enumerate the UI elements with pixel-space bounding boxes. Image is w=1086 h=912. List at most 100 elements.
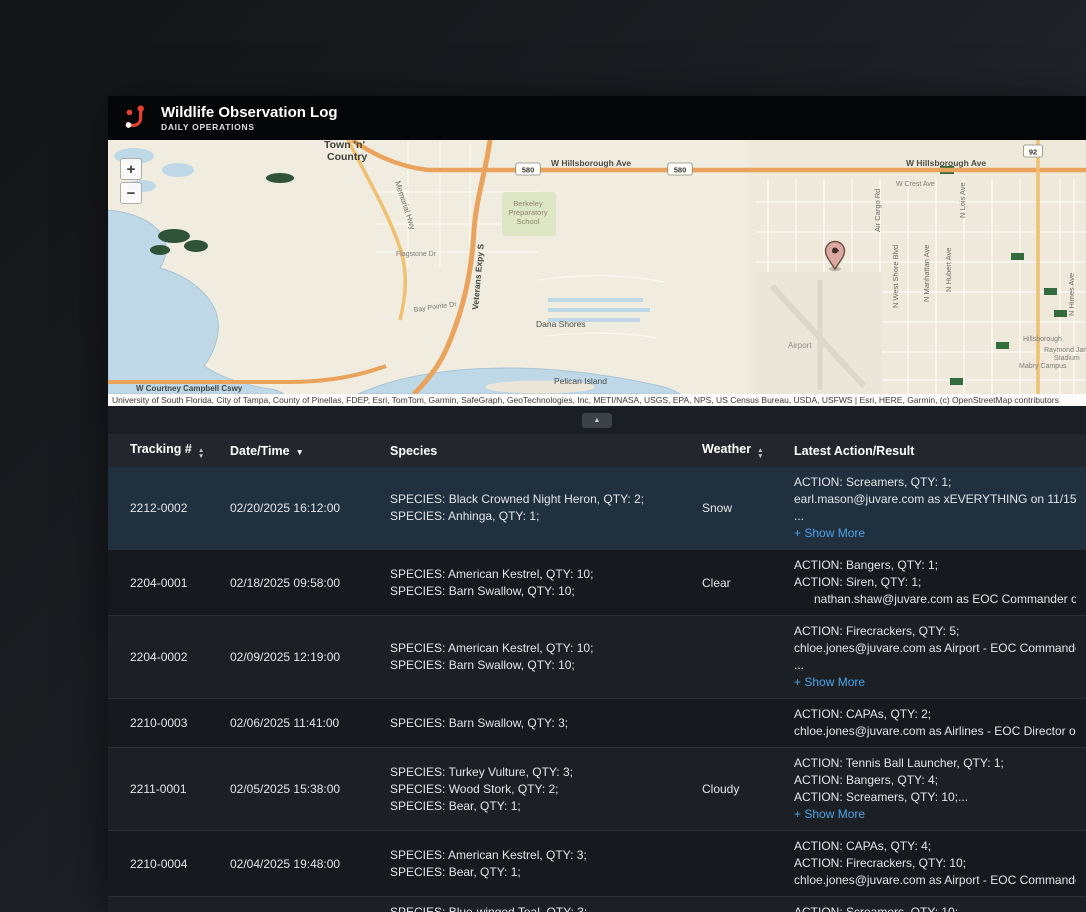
collapse-strip: ▲ <box>108 406 1086 434</box>
cell-datetime: 02/03/2025 16:11:00 <box>220 896 380 912</box>
observation-table-body: 2212-0002 02/20/2025 16:12:00 SPECIES: Bla… <box>108 467 1086 912</box>
column-header-latest-action-result: Latest Action/Result <box>784 434 1086 467</box>
cell-datetime: 02/18/2025 09:58:00 <box>220 549 380 616</box>
species-line: SPECIES: Bear, QTY: 1; <box>390 798 521 813</box>
species-line: SPECIES: Blue-winged Teal, QTY: 3; <box>390 905 588 912</box>
action-line: ACTION: Screamers, QTY: 10;... <box>794 790 969 804</box>
species-line: SPECIES: American Kestrel, QTY: 3; <box>390 847 587 862</box>
park-marker <box>1044 288 1057 295</box>
action-line: chloe.jones@juvare.com as Airlines - EOC… <box>794 724 1076 738</box>
action-line: chloe.jones@juvare.com as Airport - EOC … <box>794 641 1076 655</box>
observation-row-2210-0003[interactable]: 2210-0003 02/06/2025 11:41:00 SPECIES: Bar… <box>108 698 1086 748</box>
cell-tracking-number: 2204-0001 <box>108 549 220 616</box>
species-line: SPECIES: American Kestrel, QTY: 10; <box>390 641 594 655</box>
cell-latest-action: ACTION: CAPAs, QTY: 2; chloe.jones@juvare… <box>784 698 1086 748</box>
cell-weather: Snow <box>692 467 784 550</box>
map-label: N West Shore Blvd <box>891 245 900 308</box>
cell-weather: Cloudy <box>692 747 784 831</box>
cell-tracking-number: 2212-0001 <box>108 896 220 912</box>
route-shield-label: 92 <box>1029 148 1037 157</box>
lagoon <box>162 163 194 177</box>
map-label: Berkeley <box>513 199 542 208</box>
zoom-controls: + − <box>120 158 142 204</box>
cell-weather <box>692 830 784 897</box>
park-marker <box>996 342 1009 349</box>
cell-species: SPECIES: Blue-winged Teal, QTY: 3;SPECIE… <box>380 896 692 912</box>
action-line: ACTION: Tennis Ball Launcher, QTY: 1; <box>794 756 1004 770</box>
app-subtitle: DAILY OPERATIONS <box>161 122 255 132</box>
observation-row-2212-0002[interactable]: 2212-0002 02/20/2025 16:12:00 SPECIES: Bla… <box>108 467 1086 550</box>
observation-row-2204-0001[interactable]: 2204-0001 02/18/2025 09:58:00 SPECIES: Ame… <box>108 549 1086 616</box>
sort-both-icon: ▲ ▼ <box>197 447 205 460</box>
species-line: SPECIES: Barn Swallow, QTY: 3; <box>390 715 569 730</box>
column-label: Latest Action/Result <box>794 443 915 458</box>
map-label: N Hubert Ave <box>944 248 953 292</box>
cell-latest-action: ACTION: Tennis Ball Launcher, QTY: 1; ACT… <box>784 747 1086 831</box>
map-label: W Crest Ave <box>896 181 935 188</box>
action-line: ACTION: Bangers, QTY: 4; <box>794 773 939 787</box>
cell-datetime: 02/05/2025 15:38:00 <box>220 747 380 831</box>
map-label: Flagstone Dr <box>396 251 437 258</box>
action-line: ACTION: Screamers, QTY: 1; <box>794 475 952 489</box>
park-marker <box>1054 310 1067 317</box>
action-line: nathan.shaw@juvare.com as EOC Commander … <box>814 592 1076 606</box>
green-area <box>266 173 294 183</box>
action-line: ACTION: Firecrackers, QTY: 5; <box>794 624 960 638</box>
sort-both-icon: ▲ ▼ <box>757 447 764 460</box>
collapse-map-button[interactable]: ▲ <box>582 412 612 428</box>
action-line: ... <box>794 509 805 523</box>
action-line: ACTION: Bangers, QTY: 1; <box>794 558 939 572</box>
observation-row-2204-0002[interactable]: 2204-0002 02/09/2025 12:19:00 SPECIES: Ame… <box>108 615 1086 699</box>
map-label: Hillsborough <box>1023 336 1062 343</box>
cell-datetime: 02/04/2025 19:48:00 <box>220 830 380 897</box>
map-label: Air Cargo Rd <box>873 189 882 232</box>
app-title: Wildlife Observation Log <box>161 104 338 121</box>
column-header-date-time[interactable]: Date/Time ▼ <box>220 434 380 467</box>
show-more-link[interactable]: + Show More <box>794 674 1076 691</box>
column-header-weather[interactable]: Weather ▲ ▼ <box>692 434 784 467</box>
map-label: Stadium <box>1054 355 1080 362</box>
park-marker <box>1011 253 1024 260</box>
cell-tracking-number: 2210-0003 <box>108 698 220 748</box>
zoom-in-button[interactable]: + <box>120 158 142 180</box>
map-label: Airport <box>788 341 812 350</box>
map-label: Country <box>327 151 367 163</box>
chevron-up-icon: ▲ <box>593 416 601 424</box>
mangrove-area <box>158 229 190 243</box>
map-label: Mabry Campus <box>1019 363 1067 370</box>
zoom-out-button[interactable]: − <box>120 182 142 204</box>
map-section[interactable]: 580 580 92 Town 'n' Country Memorial Hwy W Hi… <box>108 140 1086 406</box>
species-line: SPECIES: American Kestrel, QTY: 10; <box>390 566 594 581</box>
show-more-link[interactable]: + Show More <box>794 525 1076 542</box>
map-label: Town 'n' <box>324 140 365 151</box>
map-canvas[interactable]: 580 58092 Town 'n'CountryMemorial HwyW Hi… <box>108 140 1086 394</box>
show-more-link[interactable]: + Show More <box>794 806 1076 823</box>
mangrove-area <box>150 245 170 255</box>
action-line: ACTION: Screamers, QTY: 10; <box>794 905 959 912</box>
map-label: W Hillsborough Ave <box>551 158 631 168</box>
action-line: ACTION: CAPAs, QTY: 2; <box>794 707 932 721</box>
map-label: N Manhattan Ave <box>922 245 931 302</box>
cell-weather: Clear <box>692 549 784 616</box>
action-line: ACTION: CAPAs, QTY: 4; <box>794 839 932 853</box>
cell-datetime: 02/20/2025 16:12:00 <box>220 467 380 550</box>
action-line: chloe.jones@juvare.com as Airport - EOC … <box>794 873 1076 887</box>
map-label: N Himes Ave <box>1067 273 1076 316</box>
cell-datetime: 02/09/2025 12:19:00 <box>220 615 380 699</box>
column-label: Weather <box>702 442 752 456</box>
app-window: Wildlife Observation Log DAILY OPERATION… <box>108 96 1086 912</box>
column-header-tracking[interactable]: Tracking # ▲ ▼ <box>108 434 220 467</box>
species-line: SPECIES: Bear, QTY: 1; <box>390 864 521 879</box>
species-line: SPECIES: Wood Stork, QTY: 2; <box>390 781 559 796</box>
cell-datetime: 02/06/2025 11:41:00 <box>220 698 380 748</box>
observation-row-2210-0004[interactable]: 2210-0004 02/04/2025 19:48:00 SPECIES: Ame… <box>108 830 1086 897</box>
observation-table: Tracking # ▲ ▼ Date/Time ▼ Species Weather ▲ ▼ La… <box>108 434 1086 912</box>
map-label: Pelican Island <box>554 376 607 386</box>
observation-row-2211-0001[interactable]: 2211-0001 02/05/2025 15:38:00 SPECIES: Tur… <box>108 747 1086 831</box>
park-marker <box>950 378 963 385</box>
cell-species: SPECIES: American Kestrel, QTY: 10; SPECI… <box>380 549 692 616</box>
observation-row-2212-0001[interactable]: 2212-000102/03/2025 16:11:00SPECIES: Blu… <box>108 896 1086 912</box>
cell-species: SPECIES: Barn Swallow, QTY: 3; <box>380 698 692 748</box>
observation-table-container: Tracking # ▲ ▼ Date/Time ▼ Species Weather ▲ ▼ La… <box>108 434 1086 912</box>
map-label: W Hillsborough Ave <box>906 158 986 168</box>
